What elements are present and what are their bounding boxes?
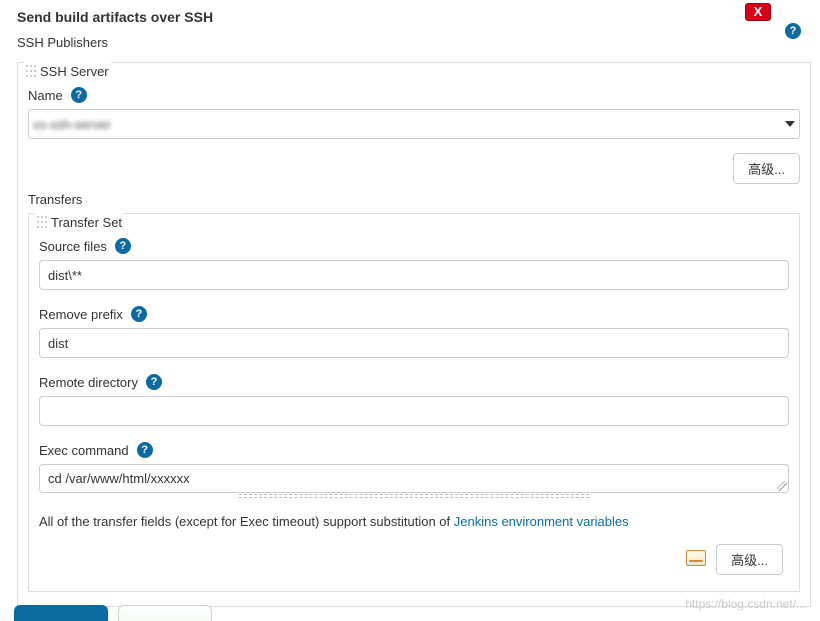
exec-command-input[interactable] xyxy=(40,465,788,489)
exec-command-textarea-wrap xyxy=(39,464,789,493)
advanced-button[interactable]: 高级... xyxy=(733,153,800,184)
source-files-input[interactable] xyxy=(39,260,789,290)
footer-button-stub[interactable] xyxy=(14,605,108,621)
publishers-label: SSH Publishers xyxy=(17,35,811,50)
transfer-set-legend: Transfer Set xyxy=(51,215,122,230)
footer-button-stub[interactable] xyxy=(118,605,212,621)
remove-prefix-label: Remove prefix xyxy=(39,307,123,322)
ssh-server-fieldset: SSH Server Name ? xs-ssh-server 高级... Tr… xyxy=(17,62,811,607)
remote-directory-input[interactable] xyxy=(39,396,789,426)
section-title: Send build artifacts over SSH xyxy=(17,9,213,25)
name-label: Name xyxy=(28,88,63,103)
source-files-label: Source files xyxy=(39,239,107,254)
exec-command-label: Exec command xyxy=(39,443,129,458)
chevron-down-icon xyxy=(785,121,795,127)
help-icon[interactable]: ? xyxy=(785,23,801,39)
close-button[interactable]: X xyxy=(745,3,771,21)
ssh-server-legend: SSH Server xyxy=(40,64,109,79)
drag-handle-icon[interactable] xyxy=(37,216,47,230)
name-select-value: xs-ssh-server xyxy=(33,117,111,132)
note-text: All of the transfer fields (except for E… xyxy=(39,514,454,529)
help-icon[interactable]: ? xyxy=(115,238,131,254)
textarea-grab-bar[interactable] xyxy=(239,494,589,498)
footer-stubs xyxy=(0,605,212,621)
advanced-button[interactable]: 高级... xyxy=(716,544,783,575)
transfer-note: All of the transfer fields (except for E… xyxy=(39,512,789,532)
help-icon[interactable]: ? xyxy=(146,374,162,390)
help-icon[interactable]: ? xyxy=(137,442,153,458)
env-variables-link[interactable]: Jenkins environment variables xyxy=(454,514,629,529)
clipboard-icon[interactable] xyxy=(686,550,706,568)
help-icon[interactable]: ? xyxy=(131,306,147,322)
transfer-set-fieldset: Transfer Set Source files ? Remove prefi… xyxy=(28,213,800,592)
help-icon[interactable]: ? xyxy=(71,87,87,103)
drag-handle-icon[interactable] xyxy=(26,65,36,79)
remove-prefix-input[interactable] xyxy=(39,328,789,358)
remote-directory-label: Remote directory xyxy=(39,375,138,390)
name-select[interactable]: xs-ssh-server xyxy=(28,109,800,139)
transfers-label: Transfers xyxy=(28,192,82,207)
resize-handle-icon[interactable] xyxy=(777,481,787,491)
